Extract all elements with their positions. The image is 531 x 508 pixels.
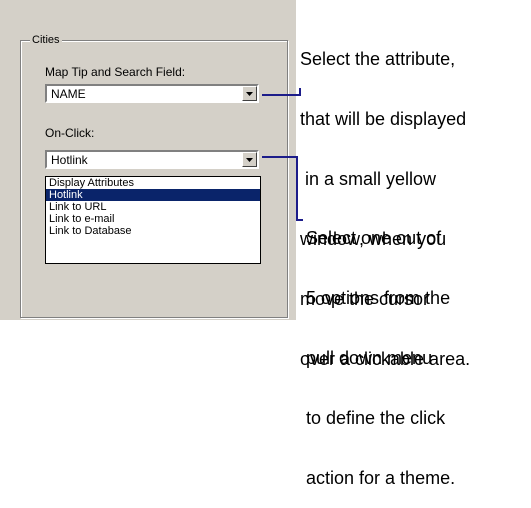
callout-line: pull down menu: [306, 348, 433, 368]
callout-line: Select one out of: [306, 228, 442, 248]
callout-line: to define the click: [306, 408, 446, 428]
map-tip-connector: [262, 88, 301, 96]
callout-line: action for a theme.: [306, 468, 456, 488]
callout-line: Select the attribute,: [300, 49, 456, 69]
callout-line: 5 options from the: [306, 288, 451, 308]
callout-line: in a small yellow: [300, 169, 437, 189]
options-callout: Select one out of 5 options from the pul…: [306, 188, 455, 508]
on-click-connector: [262, 156, 303, 221]
callout-line: that will be displayed: [300, 109, 467, 129]
